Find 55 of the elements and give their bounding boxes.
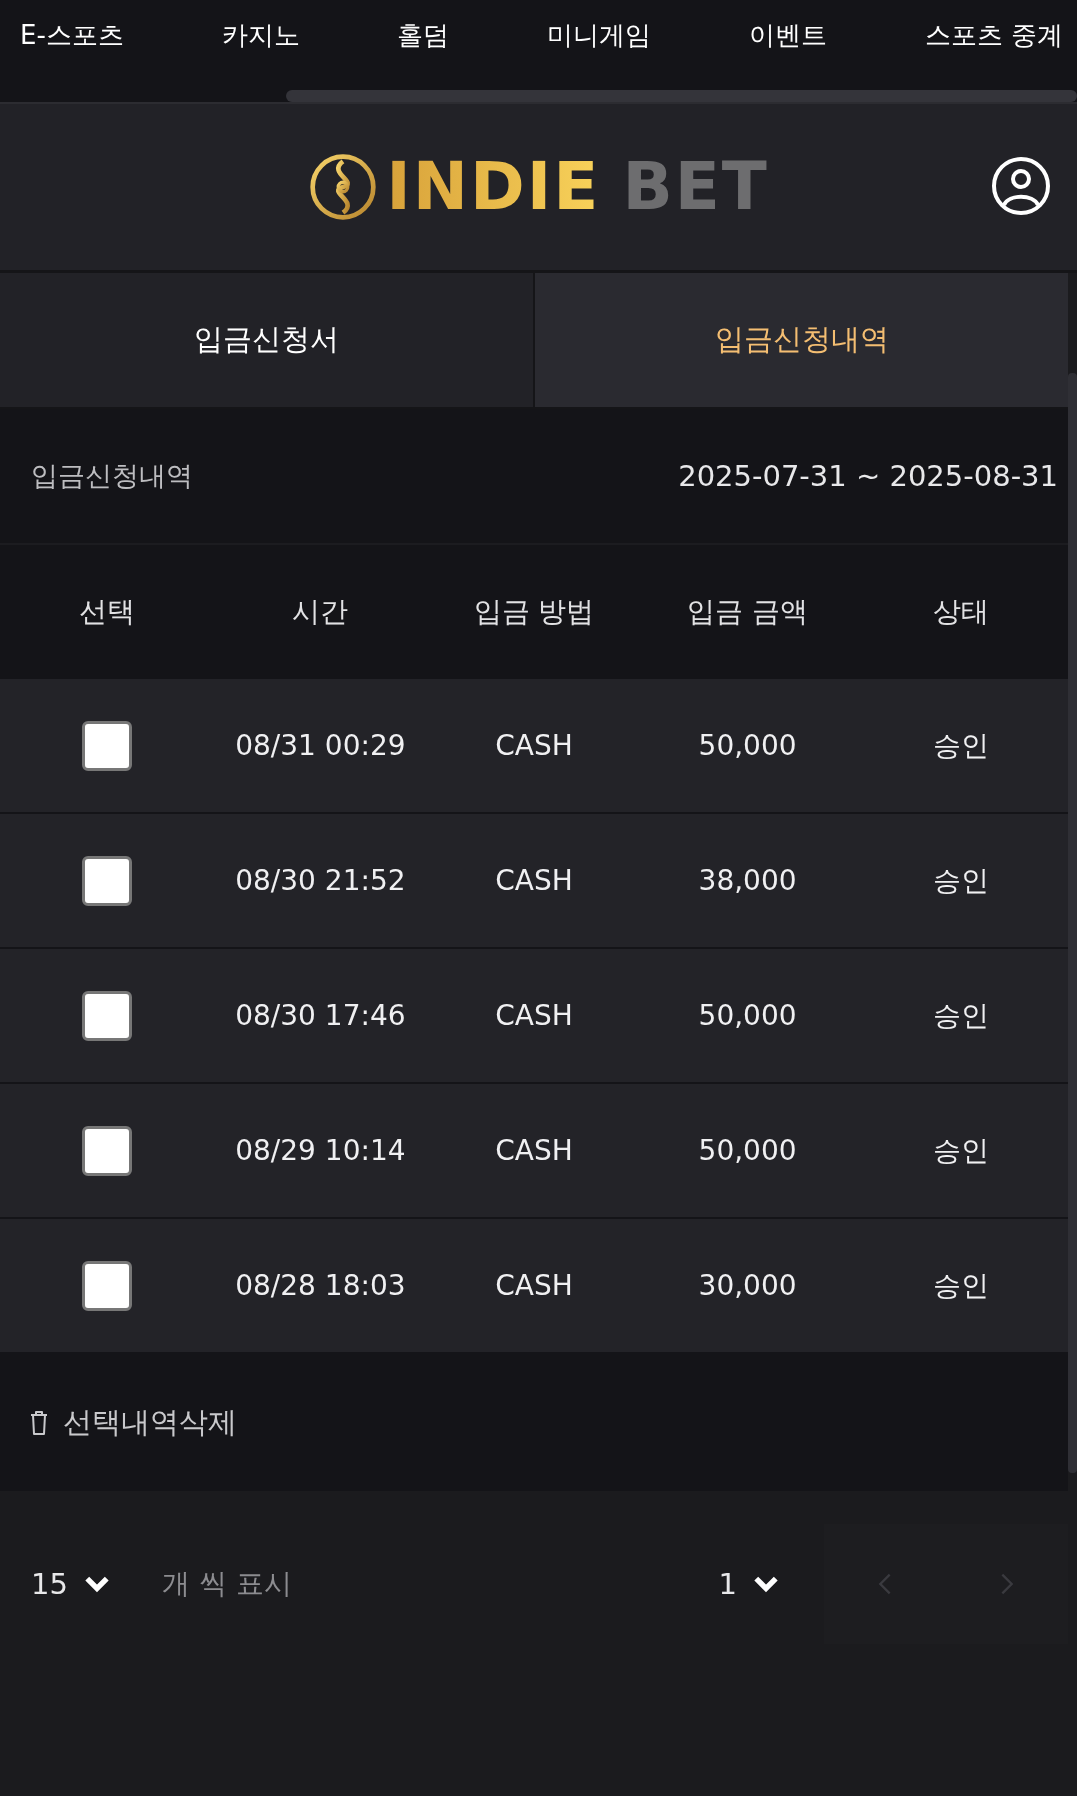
table-cell: CASH <box>495 729 573 762</box>
nav-link[interactable]: 홀덤 <box>397 18 450 64</box>
delete-selected-button[interactable]: 선택내역삭제 <box>29 1402 237 1443</box>
nav-link[interactable]: 스포츠 중계 <box>924 18 1063 64</box>
checkbox[interactable] <box>81 990 132 1041</box>
table-cell-text: 승인 <box>933 997 990 1034</box>
table-cell-text: 승인 <box>933 1132 990 1169</box>
logo-text: BET <box>622 154 769 220</box>
table-cell: CASH <box>495 999 573 1032</box>
column-header: 상태 <box>932 594 991 630</box>
table-cell: 08/29 10:14 <box>235 1134 406 1167</box>
table-cell: 38,000 <box>698 864 797 897</box>
chevron-right-icon <box>1000 1572 1014 1596</box>
checkbox[interactable] <box>81 1260 132 1311</box>
column-header: 선택 <box>77 594 136 630</box>
scrollbar-thumb[interactable] <box>286 90 1077 102</box>
table-cell: 08/28 18:03 <box>235 1269 406 1302</box>
table-cell: 08/30 21:52 <box>235 864 406 897</box>
nav-link[interactable]: E-스포츠 <box>20 18 124 64</box>
page-size-label: 개 씩 표시 <box>161 1566 292 1602</box>
logo[interactable]: INDIE BET <box>308 152 769 222</box>
column-header: 시간 <box>291 594 350 630</box>
logo-emblem-icon <box>308 152 379 222</box>
table-cell-text: 승인 <box>933 862 990 899</box>
table-cell: 50,000 <box>698 999 797 1032</box>
table-cell: 50,000 <box>698 1134 797 1167</box>
table-cell-text: 승인 <box>933 727 990 764</box>
checkbox[interactable] <box>81 1125 132 1176</box>
page-dropdown[interactable]: 1 <box>718 1567 779 1601</box>
checkbox[interactable] <box>81 720 132 771</box>
table-cell: CASH <box>495 1134 573 1167</box>
table-cell: CASH <box>495 1269 573 1302</box>
chevron-left-icon <box>878 1572 892 1596</box>
nav-link[interactable]: 카지노 <box>221 18 300 64</box>
checkbox[interactable] <box>81 855 132 906</box>
table-cell: 08/31 00:29 <box>235 729 406 762</box>
table-cell: 50,000 <box>698 729 797 762</box>
table-cell: 30,000 <box>698 1269 797 1302</box>
date-range: 2025-07-31 ~ 2025-08-31 <box>678 459 1058 493</box>
table-cell-text: 승인 <box>933 1267 990 1304</box>
chevron-down-icon <box>83 1575 110 1593</box>
trash-icon <box>29 1409 49 1436</box>
tab[interactable]: 입금신청서 <box>0 273 535 407</box>
tab[interactable]: 입금신청내역 <box>535 273 1068 407</box>
section-title: 입금신청내역 <box>31 459 193 493</box>
nav-link[interactable]: 이벤트 <box>748 18 827 64</box>
scrollbar-thumb[interactable] <box>1068 373 1077 1473</box>
user-icon[interactable] <box>991 156 1051 216</box>
column-header: 입금 금액 <box>686 594 810 630</box>
chevron-down-icon <box>753 1575 779 1593</box>
page-size-dropdown[interactable]: 15 <box>31 1567 110 1601</box>
column-header: 입금 방법 <box>472 594 596 630</box>
table-cell: 08/30 17:46 <box>235 999 406 1032</box>
nav-link[interactable]: 미니게임 <box>547 18 652 64</box>
table-cell: CASH <box>495 864 573 897</box>
